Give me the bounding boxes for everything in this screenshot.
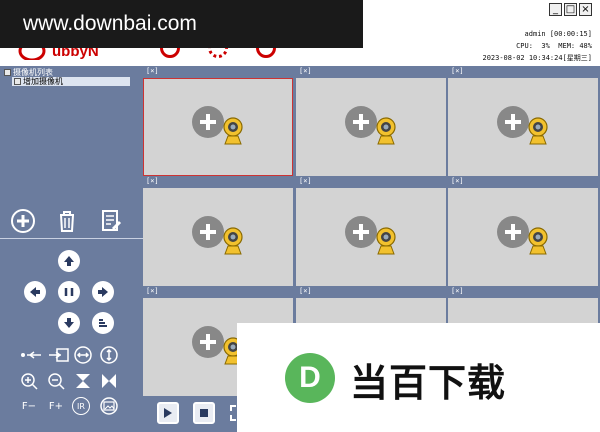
add-camera-plus-icon[interactable] — [345, 216, 377, 248]
flip-horizontal-icon — [102, 374, 116, 388]
camera-actions — [10, 208, 124, 234]
cell-close-button[interactable]: [×] — [146, 67, 159, 75]
zoom-in-button[interactable] — [18, 372, 40, 390]
ptz-down-button[interactable] — [58, 312, 80, 334]
webcam-icon — [375, 226, 397, 260]
delete-camera-button[interactable] — [54, 208, 80, 234]
patrol-horizontal-button[interactable] — [48, 346, 70, 364]
dot-arrow-icon — [21, 351, 41, 359]
cell-close-button[interactable]: [×] — [451, 287, 464, 295]
arrow-up-icon — [64, 256, 74, 266]
video-cell[interactable] — [296, 78, 446, 176]
picture-icon — [100, 397, 118, 415]
webcam-icon — [222, 226, 244, 260]
webcam-icon — [375, 116, 397, 150]
cell-close-button[interactable]: [×] — [299, 177, 312, 185]
ad-text: 当百下载 — [350, 361, 507, 405]
close-button[interactable]: × — [579, 3, 592, 16]
patrol-left-right-button[interactable] — [72, 346, 94, 364]
tree-child-label: 增加摄像机 — [23, 77, 63, 86]
maximize-button[interactable]: □ — [564, 3, 577, 16]
zoom-out-icon — [48, 373, 65, 390]
patrol-horizontal-stop-button[interactable] — [20, 346, 42, 364]
sidebar: 摄像机列表 增加摄像机 F− F+ IR — [0, 66, 143, 432]
mem-value: 48% — [579, 42, 592, 50]
preset-list-button[interactable] — [92, 312, 114, 334]
window-controls: _ □ × — [549, 3, 592, 16]
cpu-value: 3% — [541, 42, 550, 50]
top-toolbar: ubbyN www.downbai.com _ □ × admin [00:00… — [0, 0, 600, 66]
status-user: admin — [524, 30, 546, 38]
zoom-out-button[interactable] — [45, 372, 67, 390]
play-icon — [164, 408, 172, 418]
ptz-left-button[interactable] — [24, 281, 46, 303]
snapshot-button[interactable] — [98, 397, 120, 415]
focus-minus-button[interactable]: F− — [18, 397, 40, 415]
add-camera-button[interactable] — [10, 208, 36, 234]
ir-button[interactable]: IR — [72, 397, 90, 415]
pause-icon — [64, 288, 74, 296]
minimize-button[interactable]: _ — [549, 3, 562, 16]
ptz-up-button[interactable] — [58, 250, 80, 272]
focus-plus-button[interactable]: F+ — [45, 397, 67, 415]
add-camera-plus-icon[interactable] — [497, 106, 529, 138]
video-cell[interactable] — [448, 78, 598, 176]
cell-close-button[interactable]: [×] — [146, 287, 159, 295]
list-icon — [99, 319, 107, 327]
webcam-icon — [222, 116, 244, 150]
status-datetime: 2023-08-02 10:34:24[星期三] — [482, 54, 592, 62]
patrol-up-down-button[interactable] — [98, 346, 120, 364]
edit-icon — [102, 210, 122, 231]
flip-vertical-button[interactable] — [72, 372, 94, 390]
webcam-icon — [527, 226, 549, 260]
tree-item-add-camera[interactable]: 增加摄像机 — [12, 77, 130, 86]
webcam-icon — [527, 116, 549, 150]
add-camera-plus-icon[interactable] — [497, 216, 529, 248]
camera-node-icon — [14, 78, 21, 85]
folder-icon — [4, 69, 11, 76]
cell-close-button[interactable]: [×] — [299, 287, 312, 295]
ptz-pause-button[interactable] — [58, 281, 80, 303]
cell-close-button[interactable]: [×] — [299, 67, 312, 75]
ad-logo: D — [285, 353, 335, 403]
ad-overlay: D 当百下载 — [237, 323, 600, 432]
stop-button[interactable] — [193, 402, 215, 424]
plus-circle-icon — [11, 209, 35, 233]
box-arrow-icon — [49, 348, 69, 362]
cpu-label: CPU: — [516, 42, 533, 50]
add-camera-plus-icon[interactable] — [192, 326, 224, 358]
cell-close-button[interactable]: [×] — [146, 177, 159, 185]
stop-icon — [200, 409, 208, 417]
video-cell[interactable] — [296, 188, 446, 286]
ptz-right-button[interactable] — [92, 281, 114, 303]
mem-label: MEM: — [558, 42, 576, 50]
video-cell[interactable] — [143, 188, 293, 286]
watermark-banner: www.downbai.com — [0, 0, 363, 48]
add-camera-plus-icon[interactable] — [345, 106, 377, 138]
flip-vertical-icon — [76, 374, 90, 388]
add-camera-plus-icon[interactable] — [192, 106, 224, 138]
arrow-down-icon — [64, 318, 74, 328]
watermark-text: www.downbai.com — [23, 12, 197, 35]
trash-icon — [60, 211, 74, 232]
add-camera-plus-icon[interactable] — [192, 216, 224, 248]
cell-close-button[interactable]: [×] — [451, 67, 464, 75]
divider — [0, 238, 143, 239]
flip-horizontal-button[interactable] — [98, 372, 120, 390]
vertical-arrows-icon — [100, 346, 118, 364]
video-cell[interactable] — [143, 78, 293, 176]
play-button[interactable] — [157, 402, 179, 424]
status-timer: [00:00:15] — [549, 30, 592, 38]
video-cell[interactable] — [448, 188, 598, 286]
edit-camera-button[interactable] — [98, 208, 124, 234]
status-panel: admin [00:00:15] CPU: 3% MEM: 48% 2023-0… — [482, 28, 592, 64]
zoom-in-icon — [21, 373, 38, 390]
arrow-right-icon — [98, 287, 108, 297]
cell-close-button[interactable]: [×] — [451, 177, 464, 185]
arrow-left-icon — [30, 287, 40, 297]
horizontal-arrows-icon — [74, 346, 92, 364]
